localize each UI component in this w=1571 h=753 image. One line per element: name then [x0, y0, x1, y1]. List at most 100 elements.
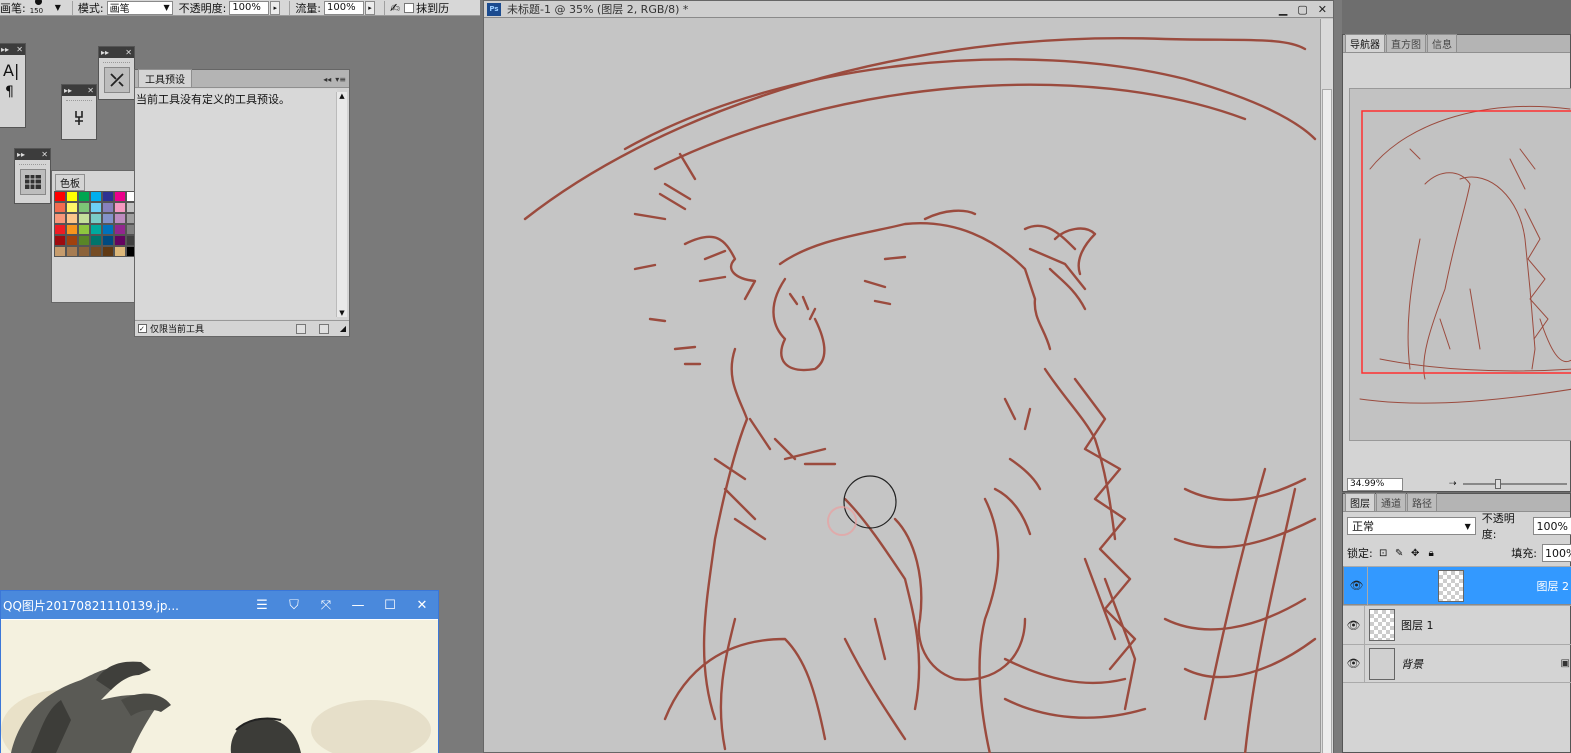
color-swatch[interactable] [78, 235, 90, 246]
collapse-icon[interactable]: ◂◂ [323, 75, 331, 84]
grip[interactable] [66, 97, 92, 101]
tab-info[interactable]: 信息 [1427, 34, 1457, 52]
visibility-eye-icon[interactable]: 👁︎ [1343, 644, 1365, 683]
paragraph-panel-icon[interactable]: ¶ [5, 84, 25, 100]
scroll-up-icon[interactable]: ▲ [337, 92, 347, 100]
character-panel-icon[interactable]: A| [3, 61, 25, 80]
color-swatch[interactable] [66, 224, 78, 235]
collapse-icon[interactable]: ▸▸ [101, 48, 109, 57]
tab-layers[interactable]: 图层 [1345, 493, 1375, 511]
tab-paths[interactable]: 路径 [1407, 493, 1437, 511]
zoom-slider-knob[interactable] [1494, 479, 1501, 489]
reference-image[interactable] [1, 620, 438, 753]
close-icon[interactable]: ✕ [1318, 3, 1327, 16]
layer-row[interactable]: 👁︎ 图层 1 [1343, 605, 1571, 645]
clone-source-icon[interactable] [66, 105, 92, 131]
navigator-thumbnail[interactable] [1349, 88, 1571, 441]
close-icon[interactable]: ✕ [16, 45, 23, 54]
color-swatch[interactable] [102, 202, 114, 213]
color-swatch[interactable] [90, 213, 102, 224]
color-swatch[interactable] [78, 191, 90, 202]
layer-row[interactable]: 👁︎ 背景 ▣ [1343, 644, 1571, 683]
maximize-icon[interactable]: ▢ [1297, 3, 1307, 16]
color-swatch[interactable] [66, 202, 78, 213]
new-preset-icon[interactable] [295, 323, 306, 334]
color-swatch[interactable] [78, 246, 90, 257]
collapse-icon[interactable]: ▸▸ [17, 150, 25, 159]
color-swatch[interactable] [54, 202, 66, 213]
close-icon[interactable]: ✕ [87, 86, 94, 95]
drawing-canvas[interactable] [485, 19, 1320, 753]
tab-channels[interactable]: 通道 [1376, 493, 1406, 511]
visibility-eye-icon[interactable]: 👁︎ [1343, 605, 1365, 645]
color-swatch[interactable] [114, 224, 126, 235]
grip[interactable] [19, 161, 46, 165]
swatches-icon[interactable] [19, 169, 46, 195]
color-swatch[interactable] [114, 213, 126, 224]
color-swatch[interactable] [66, 235, 78, 246]
fullscreen-icon[interactable]: ⤧ [310, 598, 342, 613]
color-swatch[interactable] [66, 246, 78, 257]
flow-input[interactable]: 100% [324, 0, 365, 15]
scroll-thumb[interactable] [1322, 89, 1332, 753]
menu-icon[interactable]: ☰ [246, 598, 278, 613]
mode-select[interactable]: 画笔 ▼ [106, 0, 173, 15]
scroll-down-icon[interactable]: ▼ [337, 309, 347, 317]
color-swatch[interactable] [102, 224, 114, 235]
airbrush-icon[interactable]: ✍ [390, 1, 400, 15]
fill-input[interactable]: 100% [1542, 544, 1571, 562]
color-swatch[interactable] [54, 191, 66, 202]
layer-row[interactable]: 👁︎ 图层 2 [1343, 566, 1571, 605]
grip[interactable] [103, 59, 130, 63]
close-icon[interactable]: ✕ [125, 48, 132, 57]
color-swatch[interactable] [54, 224, 66, 235]
current-tool-only-checkbox[interactable]: ✓ [138, 324, 147, 333]
preset-scrollbar[interactable]: ▲ ▼ [336, 92, 347, 317]
resize-grip-icon[interactable]: ◢ [340, 324, 346, 333]
flow-slider-arrow-icon[interactable]: ▸ [365, 0, 376, 15]
collapse-icon[interactable]: ▸▸ [1, 45, 9, 54]
erase-to-history-checkbox[interactable] [404, 2, 415, 13]
brush-preset-picker[interactable]: 150 [29, 0, 51, 15]
tab-tool-presets[interactable]: 工具预设 [138, 69, 192, 87]
color-swatch[interactable] [66, 213, 78, 224]
blend-mode-select[interactable]: 正常 ▼ [1347, 517, 1476, 535]
lock-position-icon[interactable]: ✥ [1410, 548, 1421, 559]
zoom-slider[interactable] [1462, 479, 1567, 489]
color-swatch[interactable] [54, 213, 66, 224]
lock-transparent-icon[interactable]: ⊡ [1378, 548, 1389, 559]
collapse-icon[interactable]: ▸▸ [64, 86, 72, 95]
opacity-input[interactable]: 100% [229, 0, 270, 15]
skin-icon[interactable]: ⛉ [278, 598, 310, 613]
color-swatch[interactable] [78, 224, 90, 235]
color-swatch[interactable] [114, 235, 126, 246]
color-swatch[interactable] [78, 202, 90, 213]
minimize-icon[interactable]: — [342, 598, 374, 613]
color-swatch[interactable] [54, 235, 66, 246]
color-swatch[interactable] [102, 191, 114, 202]
visibility-eye-icon[interactable]: 👁︎ [1346, 566, 1368, 605]
color-swatch[interactable] [90, 235, 102, 246]
close-icon[interactable]: ✕ [41, 150, 48, 159]
color-swatch[interactable] [90, 202, 102, 213]
color-swatch[interactable] [102, 213, 114, 224]
lock-image-icon[interactable]: ✎ [1394, 548, 1405, 559]
opacity-slider-arrow-icon[interactable]: ▸ [270, 0, 281, 15]
color-swatch[interactable] [114, 246, 126, 257]
color-swatch[interactable] [114, 191, 126, 202]
panel-menu-icon[interactable]: ▾≡ [335, 75, 346, 84]
document-scrollbar[interactable] [1320, 19, 1333, 753]
color-swatch[interactable] [90, 191, 102, 202]
color-swatch[interactable] [102, 235, 114, 246]
close-icon[interactable]: ✕ [406, 598, 438, 613]
color-swatch[interactable] [114, 202, 126, 213]
color-swatch[interactable] [102, 246, 114, 257]
preset-list[interactable]: 当前工具没有定义的工具预设。 [135, 89, 337, 319]
color-swatch[interactable] [90, 246, 102, 257]
zoom-out-icon[interactable]: ⇢ [1449, 479, 1457, 489]
lock-all-icon[interactable]: 🔒︎ [1426, 548, 1437, 559]
color-swatch[interactable] [90, 224, 102, 235]
layer-opacity-input[interactable]: 100% [1533, 517, 1571, 535]
tab-swatches[interactable]: 色板 [55, 174, 85, 191]
maximize-icon[interactable]: ☐ [374, 598, 406, 613]
